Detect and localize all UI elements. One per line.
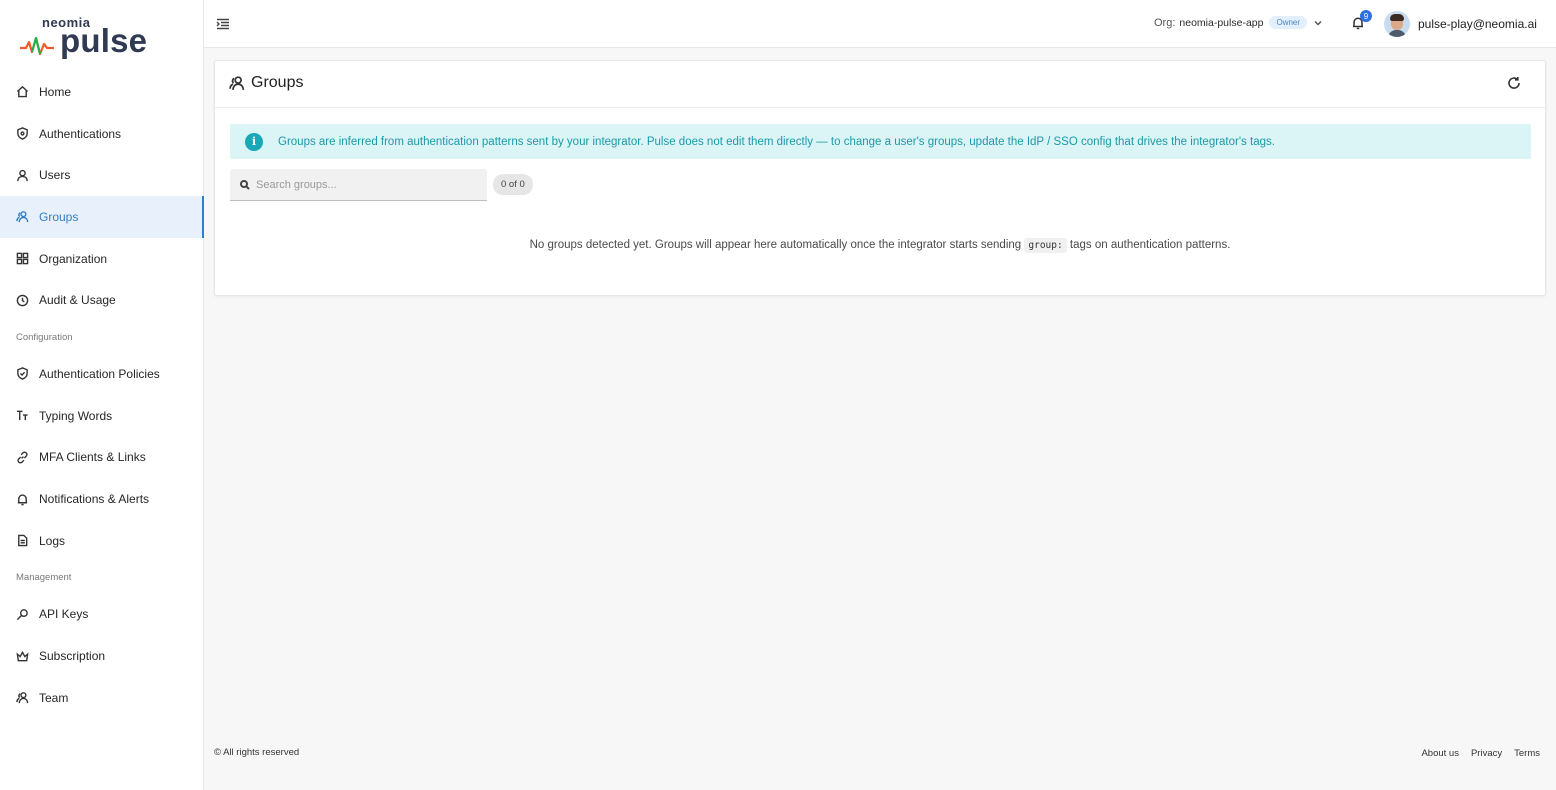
- info-icon: i: [245, 132, 263, 151]
- empty-state-code: group:: [1024, 238, 1067, 253]
- sidebar-item-label: Users: [39, 168, 71, 183]
- notification-count-badge: 9: [1360, 10, 1372, 22]
- logo[interactable]: neomia pulse: [20, 12, 150, 62]
- sidebar-item-mfa-clients-links[interactable]: MFA Clients & Links: [0, 437, 204, 479]
- sidebar-nav: Home Authentications Users Groups Organi…: [0, 71, 204, 719]
- link-icon: [16, 451, 29, 464]
- shield-icon: [16, 127, 29, 140]
- footer-link-privacy[interactable]: Privacy: [1471, 748, 1502, 759]
- footer-link-about[interactable]: About us: [1421, 748, 1459, 759]
- home-icon: [16, 85, 29, 98]
- org-selector[interactable]: Org: neomia-pulse-app Owner: [1154, 16, 1323, 29]
- empty-state-text-end: tags on authentication patterns.: [1069, 239, 1231, 251]
- users-icon: [16, 210, 29, 223]
- sidebar-item-label: Notifications & Alerts: [39, 492, 150, 507]
- clock-icon: [16, 294, 29, 307]
- footer-copyright: © All rights reserved: [214, 747, 300, 758]
- user-email: pulse-play@neomia.ai: [1418, 17, 1537, 31]
- sidebar-item-api-keys[interactable]: API Keys: [0, 594, 204, 636]
- sidebar-item-label: Home: [39, 84, 72, 99]
- sidebar-item-notifications-alerts[interactable]: Notifications & Alerts: [0, 478, 204, 520]
- users-icon: [229, 75, 251, 91]
- avatar: [1384, 11, 1410, 37]
- sidebar-item-label: Subscription: [39, 649, 106, 664]
- menu-collapse-button[interactable]: [216, 17, 230, 31]
- pulse-wave-icon: [20, 36, 54, 56]
- user-menu[interactable]: pulse-play@neomia.ai: [1384, 11, 1537, 37]
- page-title: Groups: [229, 74, 303, 92]
- sidebar-item-label: Authentications: [39, 126, 122, 141]
- refresh-button[interactable]: [1507, 76, 1523, 92]
- empty-state-message: No groups detected yet. Groups will appe…: [215, 238, 1545, 253]
- page-title-text: Groups: [251, 74, 304, 91]
- key-icon: [16, 608, 29, 621]
- sidebar-item-groups[interactable]: Groups: [0, 196, 204, 238]
- grid-icon: [16, 252, 29, 265]
- menu-icon: [216, 18, 229, 30]
- footer-links: About us Privacy Terms: [1421, 748, 1540, 759]
- sidebar-section-management: Management: [16, 572, 72, 584]
- sidebar-item-label: MFA Clients & Links: [39, 450, 146, 465]
- sidebar-item-label: Team: [39, 690, 69, 705]
- footer-link-terms[interactable]: Terms: [1514, 748, 1540, 759]
- crown-icon: [16, 650, 29, 663]
- sidebar-item-label: Audit & Usage: [39, 293, 116, 308]
- text-icon: [16, 409, 29, 422]
- org-label: Org:: [1154, 16, 1176, 29]
- sidebar-section-configuration: Configuration: [16, 331, 73, 343]
- info-alert: i Groups are inferred from authenticatio…: [230, 124, 1531, 159]
- logo-main-text: pulse: [60, 22, 148, 59]
- chevron-down-icon: [1313, 18, 1323, 28]
- sidebar-item-label: Organization: [39, 251, 108, 266]
- sidebar-item-label: Authentication Policies: [39, 366, 160, 381]
- sidebar-item-team[interactable]: Team: [0, 677, 204, 719]
- search-icon: [240, 179, 250, 190]
- sidebar-item-typing-words[interactable]: Typing Words: [0, 395, 204, 437]
- sidebar-item-users[interactable]: Users: [0, 154, 204, 196]
- sidebar-item-label: Groups: [39, 209, 79, 224]
- sidebar-item-audit-usage[interactable]: Audit & Usage: [0, 279, 204, 321]
- sidebar-item-home[interactable]: Home: [0, 71, 204, 113]
- org-role-badge: Owner: [1269, 16, 1308, 29]
- team-icon: [16, 691, 29, 704]
- card-header: Groups: [215, 61, 1545, 108]
- search-field[interactable]: [230, 169, 487, 201]
- sidebar-item-label: Logs: [39, 533, 66, 548]
- notifications-button[interactable]: 9: [1351, 10, 1372, 32]
- bell-icon: [16, 493, 29, 506]
- sidebar-item-authentication-policies[interactable]: Authentication Policies: [0, 353, 204, 395]
- shield-check-icon: [16, 367, 29, 381]
- groups-card: Groups i Groups are inferred from authen…: [214, 60, 1546, 296]
- refresh-icon: [1508, 77, 1520, 89]
- result-count-chip: 0 of 0: [493, 174, 533, 195]
- sidebar: neomia pulse Home Authentications Users …: [0, 0, 204, 790]
- topbar: Org: neomia-pulse-app Owner 9 pulse-play…: [204, 0, 1556, 48]
- user-icon: [16, 169, 29, 182]
- sidebar-item-organization[interactable]: Organization: [0, 238, 204, 280]
- org-name: neomia-pulse-app: [1179, 16, 1264, 29]
- info-alert-text: Groups are inferred from authentication …: [278, 135, 1275, 148]
- search-input[interactable]: [256, 178, 476, 191]
- sidebar-item-label: Typing Words: [39, 408, 113, 423]
- sidebar-item-logs[interactable]: Logs: [0, 520, 204, 562]
- sidebar-item-subscription[interactable]: Subscription: [0, 635, 204, 677]
- file-icon: [16, 534, 29, 547]
- sidebar-item-label: API Keys: [39, 607, 89, 622]
- sidebar-item-authentications[interactable]: Authentications: [0, 113, 204, 155]
- empty-state-text: No groups detected yet. Groups will appe…: [529, 239, 1022, 251]
